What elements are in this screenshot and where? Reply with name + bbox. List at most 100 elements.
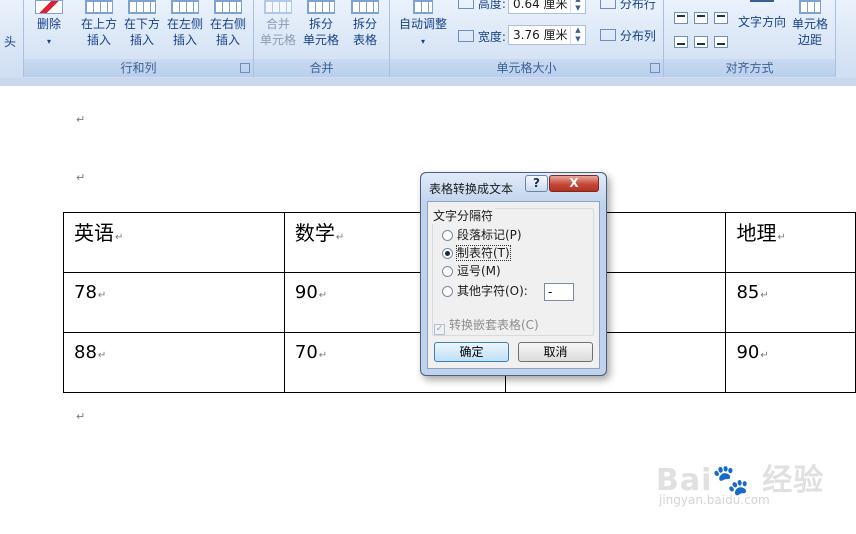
cell-text: 70 — [294, 342, 318, 363]
table-to-text-dialog: 表格转换成文本 ? X 文字分隔符 段落标记(P) 制表符(T) 逗号(M) 其… — [420, 172, 607, 376]
radio-selected-icon[interactable] — [442, 248, 453, 259]
split-table-icon — [351, 0, 379, 14]
group-label-rows-cols: 行和列 — [24, 59, 253, 77]
paragraph-mark: ↵ — [777, 232, 786, 243]
dialog-title: 表格转换成文本 — [429, 182, 514, 196]
delete-label: 删除 — [36, 17, 61, 31]
ribbon-group-cell-size: 自动调整 ▾ 高度: 0.64 厘米 ▲▼ 宽度: 3.76 厘米 ▲▼ 分布行… — [390, 0, 664, 77]
cell-text: 85 — [736, 282, 760, 303]
row-height-icon — [458, 0, 474, 9]
table-cell[interactable]: 90↵ — [725, 332, 856, 393]
separator-group-label: 文字分隔符 — [431, 207, 496, 224]
dialog-titlebar[interactable]: 表格转换成文本 ? X — [421, 173, 606, 201]
close-button[interactable]: X — [549, 175, 599, 192]
merge-cells-label-2: 单元格 — [259, 33, 296, 47]
delete-button[interactable]: 删除 ▾ — [32, 0, 66, 50]
option-comma[interactable]: 逗号(M) — [442, 263, 501, 279]
autofit-label: 自动调整 — [398, 17, 447, 31]
checkbox-checked-icon[interactable]: ✓ — [434, 324, 445, 335]
table-cell[interactable]: 85↵ — [725, 272, 856, 333]
spinner-arrows-icon[interactable]: ▲▼ — [570, 0, 585, 13]
merge-cells-label-1: 合并 — [265, 17, 290, 31]
split-cells-label-2: 单元格 — [302, 33, 339, 47]
cell-text: 数学 — [294, 221, 335, 245]
text-direction-icon — [750, 0, 774, 12]
table-cell[interactable]: 88↵ — [63, 332, 285, 393]
split-cells-label-1: 拆分 — [308, 17, 333, 31]
partial-button-label[interactable]: 头 — [0, 34, 20, 50]
insert-left-label-1: 在左侧 — [166, 17, 203, 31]
insert-above-icon — [85, 0, 113, 14]
option-other-char[interactable]: 其他字符(O): — [442, 283, 528, 299]
split-table-button[interactable]: 拆分 表格 — [344, 0, 386, 48]
column-width-icon — [458, 30, 474, 42]
insert-left-button[interactable]: 在左侧 插入 — [164, 0, 206, 48]
cancel-button[interactable]: 取消 — [518, 342, 593, 362]
radio-icon[interactable] — [442, 266, 453, 277]
distribute-rows-icon — [600, 0, 616, 9]
merge-cells-button[interactable]: 合并 单元格 — [258, 0, 298, 48]
split-cells-button[interactable]: 拆分 单元格 — [300, 0, 342, 48]
cell-margins-button[interactable]: 单元格 边距 — [788, 0, 832, 48]
table-cell[interactable]: 78↵ — [63, 272, 285, 333]
cell-text: 英语 — [74, 221, 114, 245]
ok-button[interactable]: 确定 — [434, 342, 509, 362]
insert-above-label-2: 插入 — [86, 33, 111, 47]
ribbon-group-alignment: 文字方向 单元格 边距 对齐方式 — [664, 0, 836, 77]
ribbon-group-merge: 合并 单元格 拆分 单元格 拆分 表格 合并 — [254, 0, 390, 77]
ribbon-group-rows-cols: 删除 ▾ 在上方 插入 在下方 插入 在左侧 插入 在右侧 插入 行和列 — [24, 0, 254, 77]
align-bottom-left-icon[interactable] — [674, 36, 688, 48]
distribute-rows-label: 分布行 — [619, 0, 656, 11]
align-bottom-right-icon[interactable] — [714, 36, 728, 48]
paragraph-mark: ↵ — [115, 232, 124, 243]
column-width-spinner[interactable]: 3.76 厘米 ▲ ▼ — [508, 25, 586, 45]
paragraph-mark: ↵ — [760, 350, 769, 361]
cell-margins-icon — [799, 0, 821, 14]
option-label: 其他字符(O): — [457, 284, 528, 298]
distribute-cols-label: 分布列 — [619, 29, 656, 43]
paragraph-mark: ↵ — [318, 350, 328, 361]
spinner-arrows-icon[interactable]: ▲▼ — [570, 26, 585, 44]
ribbon-group-partial: 头 — [0, 0, 24, 77]
insert-below-button[interactable]: 在下方 插入 — [121, 0, 163, 48]
radio-icon[interactable] — [442, 286, 453, 297]
autofit-icon — [413, 0, 433, 14]
chevron-down-icon: ▾ — [46, 37, 51, 46]
insert-above-button[interactable]: 在上方 插入 — [78, 0, 120, 48]
split-table-label-2: 表格 — [352, 33, 377, 47]
convert-nested-tables-checkbox[interactable]: ✓ 转换嵌套表格(C) — [434, 316, 539, 335]
nested-label: 转换嵌套表格(C) — [449, 318, 539, 332]
dialog-launcher-icon[interactable] — [650, 63, 660, 73]
row-height-spinner[interactable]: 0.64 厘米 ▲▼ — [508, 0, 586, 14]
align-top-left-icon[interactable] — [674, 12, 688, 24]
option-tab[interactable]: 制表符(T) — [442, 245, 511, 261]
group-label-alignment: 对齐方式 — [664, 59, 835, 77]
ribbon-group-partial-right — [836, 0, 856, 77]
radio-icon[interactable] — [442, 230, 453, 241]
align-top-right-icon[interactable] — [714, 12, 728, 24]
cell-text: 90 — [294, 282, 318, 303]
paragraph-mark: ↵ — [97, 350, 107, 361]
align-bottom-center-icon[interactable] — [694, 36, 708, 48]
table-cell[interactable]: 地理↵ — [725, 212, 856, 273]
insert-right-button[interactable]: 在右侧 插入 — [207, 0, 249, 48]
group-label-cell-size: 单元格大小 — [390, 59, 663, 77]
autofit-button[interactable]: 自动调整 ▾ — [394, 0, 452, 50]
split-cells-icon — [307, 0, 335, 14]
option-paragraph-mark[interactable]: 段落标记(P) — [442, 227, 522, 243]
text-direction-button[interactable]: 文字方向 — [736, 0, 788, 30]
insert-below-label-2: 插入 — [129, 33, 154, 47]
table-cell[interactable]: 英语↵ — [63, 212, 285, 273]
help-button[interactable]: ? — [525, 175, 548, 192]
paragraph-mark: ↵ — [760, 290, 769, 301]
insert-right-label-1: 在右侧 — [209, 17, 246, 31]
align-top-center-icon[interactable] — [694, 12, 708, 24]
distribute-cols-button[interactable]: 分布列 — [600, 27, 656, 44]
insert-left-icon — [171, 0, 199, 14]
dialog-launcher-icon[interactable] — [240, 63, 250, 73]
ribbon-document-separator — [0, 78, 856, 86]
cell-margins-label-2: 边距 — [797, 33, 822, 47]
split-table-label-1: 拆分 — [352, 17, 377, 31]
other-char-input[interactable]: - — [544, 283, 574, 301]
distribute-rows-button[interactable]: 分布行 — [600, 0, 656, 12]
